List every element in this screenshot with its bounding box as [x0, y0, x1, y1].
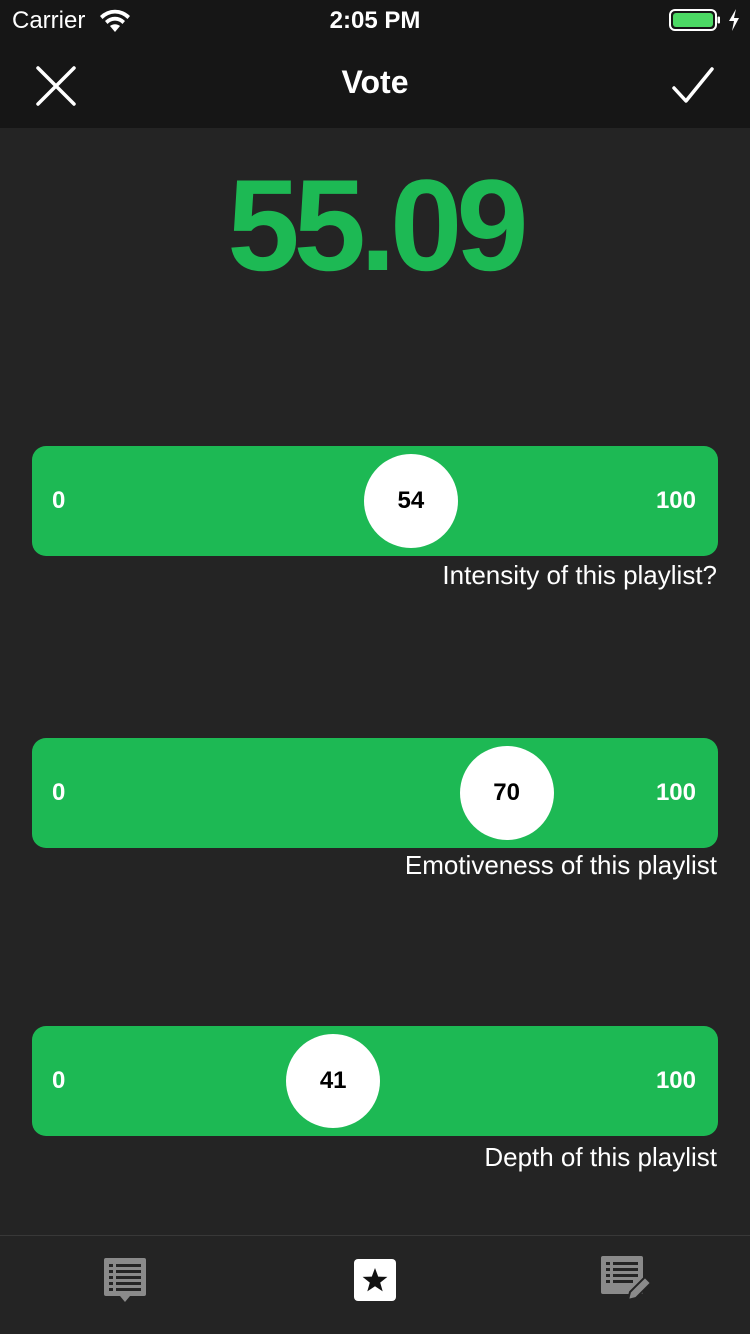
page-title: Vote	[341, 64, 409, 100]
charging-bolt-icon	[729, 9, 739, 31]
vote-score: 55.09	[227, 152, 528, 298]
battery-icon	[669, 9, 720, 31]
emotiveness-slider[interactable]: 0 70 100	[32, 738, 718, 848]
status-time: 2:05 PM	[329, 7, 421, 34]
slider-thumb[interactable]: 54	[363, 454, 458, 548]
playlist-comment-icon	[104, 1258, 146, 1302]
tab-vote[interactable]	[345, 1250, 405, 1310]
emotiveness-caption: Emotiveness of this playlist	[404, 850, 717, 880]
tab-bar	[0, 1235, 750, 1334]
edit-list-icon	[601, 1256, 653, 1302]
depth-caption: Depth of this playlist	[484, 1142, 717, 1172]
star-icon	[354, 1259, 396, 1301]
slider-max-label: 100	[655, 487, 696, 514]
status-bar: Carrier 2:05 PM	[0, 0, 750, 40]
slider-max-label: 100	[655, 779, 696, 806]
intensity-caption: Intensity of this playlist?	[442, 560, 717, 590]
slider-min-label: 0	[52, 1067, 66, 1094]
slider-thumb[interactable]: 70	[459, 746, 554, 840]
slider-min-label: 0	[52, 487, 66, 514]
navigation-bar: Vote	[0, 40, 750, 128]
intensity-slider[interactable]: 0 54 100	[32, 446, 718, 556]
checkmark-icon	[672, 67, 714, 103]
slider-min-label: 0	[52, 779, 66, 806]
slider-thumb[interactable]: 41	[286, 1034, 381, 1128]
tab-edit[interactable]	[595, 1250, 655, 1310]
depth-slider[interactable]: 0 41 100	[32, 1026, 718, 1136]
confirm-button[interactable]	[662, 58, 724, 114]
slider-max-label: 100	[655, 1067, 696, 1094]
tab-playlist[interactable]	[95, 1250, 155, 1310]
